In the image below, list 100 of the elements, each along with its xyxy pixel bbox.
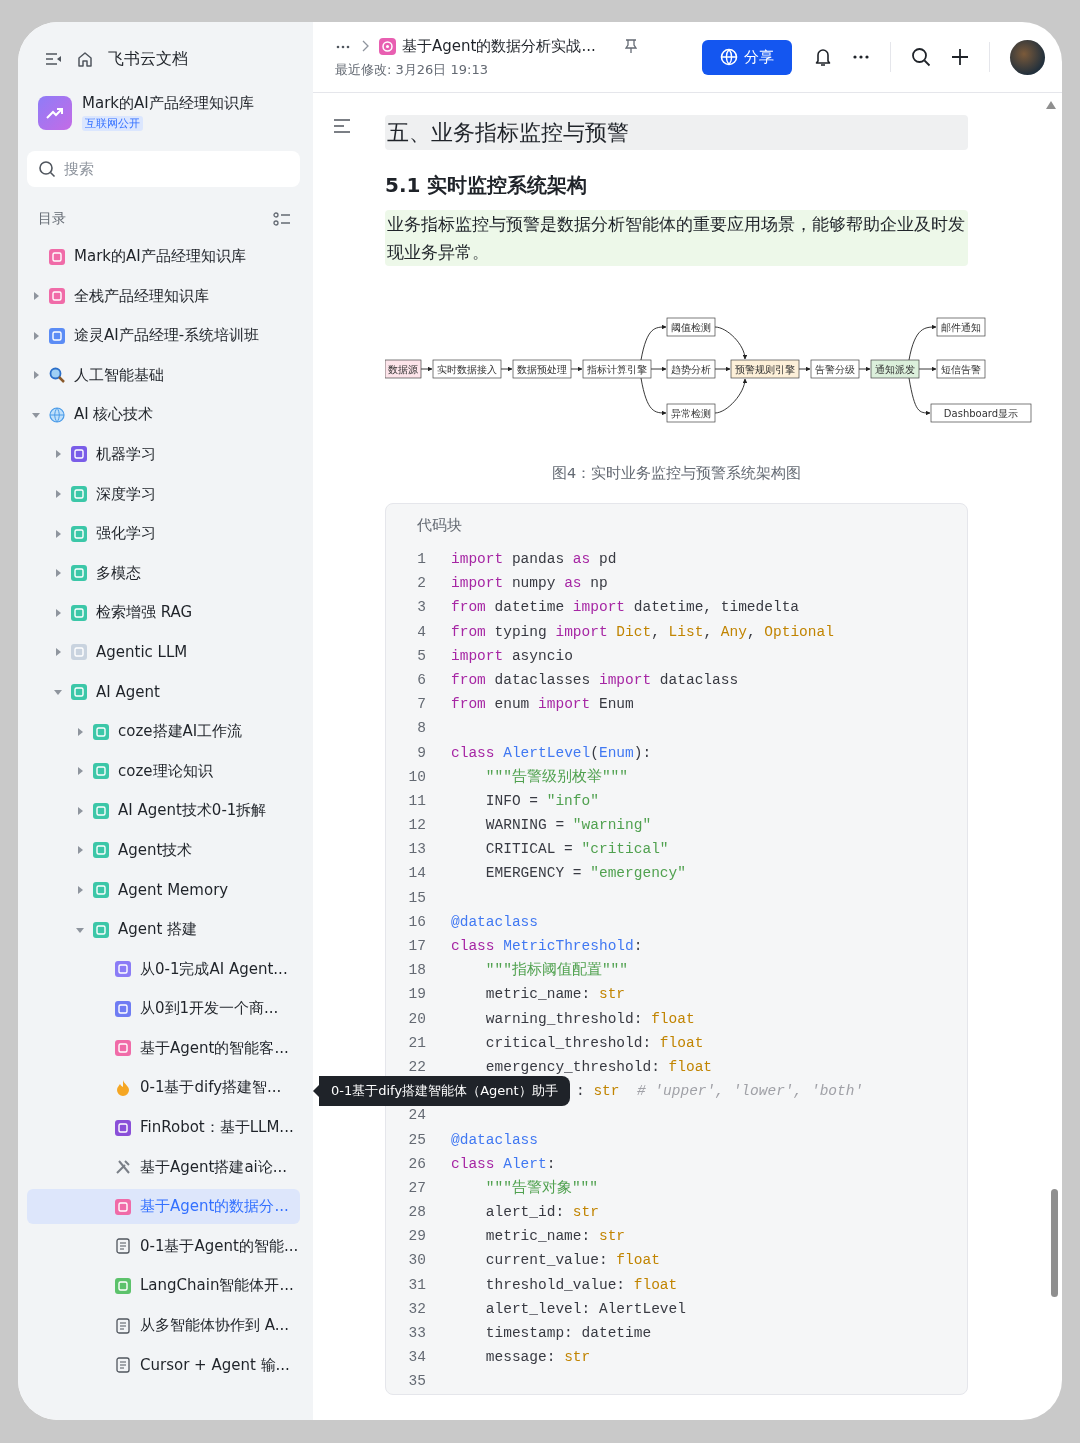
sidebar-item[interactable]: Mark的AI产品经理知识库 bbox=[27, 239, 300, 274]
sidebar-item[interactable]: 从多智能体协作到 A... bbox=[27, 1308, 300, 1344]
caret-icon[interactable] bbox=[32, 371, 40, 380]
code-line: alert_id: str bbox=[484, 1203, 599, 1223]
code-line: EMERGENCY = "emergency" bbox=[484, 864, 686, 884]
line-number: 11 bbox=[407, 791, 426, 811]
sidebar-item[interactable]: 强化学习 bbox=[27, 516, 300, 552]
home-icon[interactable] bbox=[76, 50, 94, 68]
code-line: import asyncio bbox=[451, 646, 573, 666]
code-line: WARNING = "warning" bbox=[484, 816, 652, 836]
caret-icon[interactable] bbox=[76, 886, 84, 894]
outline-icon[interactable] bbox=[333, 119, 351, 133]
code-line: import numpy as np bbox=[451, 574, 608, 594]
caret-icon[interactable] bbox=[54, 490, 62, 499]
sidebar-item[interactable]: Agent技术 bbox=[27, 832, 300, 868]
flow-node: 邮件通知 bbox=[936, 317, 986, 337]
sidebar-item[interactable]: 深度学习 bbox=[27, 476, 300, 512]
document-icon bbox=[93, 763, 109, 780]
code-line: from dataclasses import dataclass bbox=[451, 670, 739, 690]
flow-node: 预警规则引擎 bbox=[730, 359, 800, 379]
flow-node: 异常检测 bbox=[666, 403, 716, 423]
document-icon bbox=[71, 486, 87, 503]
sidebar-item[interactable]: Agent 搭建 bbox=[27, 912, 300, 948]
line-number: 10 bbox=[407, 767, 426, 787]
line-number: 33 bbox=[407, 1324, 426, 1343]
code-line: CRITICAL = "critical" bbox=[484, 840, 669, 860]
search-field[interactable]: 搜索 bbox=[27, 151, 300, 187]
line-number: 6 bbox=[416, 670, 426, 690]
notification-bell-icon[interactable] bbox=[814, 47, 832, 67]
flow-node: 阈值检测 bbox=[666, 317, 716, 337]
sidebar-item[interactable]: coze理论知识 bbox=[27, 753, 300, 789]
sidebar-item[interactable]: coze搭建AI工作流 bbox=[27, 714, 300, 750]
line-number: 20 bbox=[407, 1009, 426, 1029]
caret-icon[interactable] bbox=[54, 608, 62, 617]
user-avatar[interactable] bbox=[1010, 39, 1045, 75]
sidebar-item[interactable]: LangChain智能体开... bbox=[27, 1268, 300, 1304]
sidebar-item[interactable]: Agentic LLM bbox=[27, 634, 300, 670]
app-title: 飞书云文档 bbox=[108, 48, 188, 70]
line-number: 22 bbox=[407, 1057, 426, 1077]
sidebar-item[interactable]: 途灵AI产品经理-系统培训班 bbox=[27, 318, 300, 354]
list-options-icon[interactable] bbox=[273, 211, 291, 227]
sidebar-item[interactable]: AI 核心技术 bbox=[27, 397, 300, 433]
sidebar-item[interactable]: AI Agent bbox=[27, 674, 300, 710]
document-icon bbox=[115, 1119, 131, 1136]
caret-icon[interactable] bbox=[32, 331, 40, 340]
space-name[interactable]: Mark的AI产品经理知识库 bbox=[82, 94, 254, 113]
sidebar-item[interactable]: 基于Agent的智能客... bbox=[27, 1030, 300, 1066]
caret-icon[interactable] bbox=[76, 767, 84, 776]
scroll-up-icon[interactable] bbox=[1046, 101, 1056, 109]
caret-icon[interactable] bbox=[54, 529, 62, 538]
sidebar-item[interactable]: 多模态 bbox=[27, 555, 300, 591]
line-number: 13 bbox=[407, 840, 426, 860]
caret-icon[interactable] bbox=[76, 806, 84, 815]
code-line: import pandas as pd bbox=[451, 550, 617, 569]
sidebar-item[interactable]: 基于Agent搭建ai论... bbox=[27, 1149, 300, 1185]
sidebar-item[interactable]: 0-1基于dify搭建智... bbox=[27, 1070, 300, 1106]
line-number: 31 bbox=[407, 1275, 426, 1295]
caret-icon[interactable] bbox=[54, 450, 62, 459]
sidebar-item[interactable]: 从0-1完成AI Agent... bbox=[27, 951, 300, 987]
sidebar-item[interactable]: 机器学习 bbox=[27, 436, 300, 472]
document-icon bbox=[71, 644, 87, 661]
sidebar-item[interactable]: AI Agent技术0-1拆解 bbox=[27, 793, 300, 829]
caret-icon[interactable] bbox=[32, 410, 40, 419]
caret-icon[interactable] bbox=[54, 648, 62, 657]
sidebar-item[interactable]: 从0到1开发一个商... bbox=[27, 991, 300, 1027]
sidebar-item[interactable]: 基于Agent的数据分... bbox=[27, 1189, 300, 1225]
section-heading: 五、业务指标监控与预警 bbox=[385, 115, 968, 150]
line-number: 27 bbox=[407, 1178, 426, 1198]
document-icon bbox=[71, 525, 87, 542]
line-number: 12 bbox=[407, 816, 426, 836]
code-line: metric_name: str bbox=[484, 985, 626, 1005]
more-icon[interactable] bbox=[852, 54, 870, 60]
caret-icon[interactable] bbox=[32, 292, 40, 301]
sidebar-item[interactable]: 检索增强 RAG bbox=[27, 595, 300, 631]
document-icon bbox=[93, 921, 109, 938]
globe-icon bbox=[49, 406, 65, 423]
line-number: 17 bbox=[407, 937, 426, 956]
line-number: 34 bbox=[407, 1348, 426, 1368]
share-button[interactable]: 分享 bbox=[702, 39, 792, 75]
line-number: 25 bbox=[407, 1130, 426, 1150]
sidebar-item[interactable]: Agent Memory bbox=[27, 872, 300, 908]
subsection-heading: 5.1 实时监控系统架构 bbox=[385, 172, 589, 199]
search-icon[interactable] bbox=[911, 47, 931, 67]
caret-icon[interactable] bbox=[76, 846, 84, 855]
caret-icon[interactable] bbox=[76, 727, 84, 736]
sidebar-item[interactable]: FinRobot：基于LLM... bbox=[27, 1110, 300, 1146]
sidebar-item[interactable]: 全栈产品经理知识库 bbox=[27, 278, 300, 314]
collapse-sidebar-icon[interactable] bbox=[44, 51, 62, 67]
flow-node: 告警分级 bbox=[810, 359, 860, 379]
scrollbar-thumb[interactable] bbox=[1051, 1189, 1058, 1297]
add-icon[interactable] bbox=[951, 48, 969, 66]
sidebar-item[interactable]: 0-1基于Agent的智能... bbox=[27, 1228, 300, 1264]
sidebar-item[interactable]: 人工智能基础 bbox=[27, 357, 300, 393]
code-line: current_value: float bbox=[484, 1251, 660, 1271]
code-line: class Alert: bbox=[451, 1154, 556, 1174]
sidebar-item[interactable]: Cursor + Agent 输... bbox=[27, 1347, 300, 1383]
pin-icon[interactable] bbox=[623, 38, 638, 54]
caret-icon[interactable] bbox=[54, 569, 62, 578]
caret-icon[interactable] bbox=[76, 925, 84, 934]
caret-icon[interactable] bbox=[54, 688, 62, 697]
